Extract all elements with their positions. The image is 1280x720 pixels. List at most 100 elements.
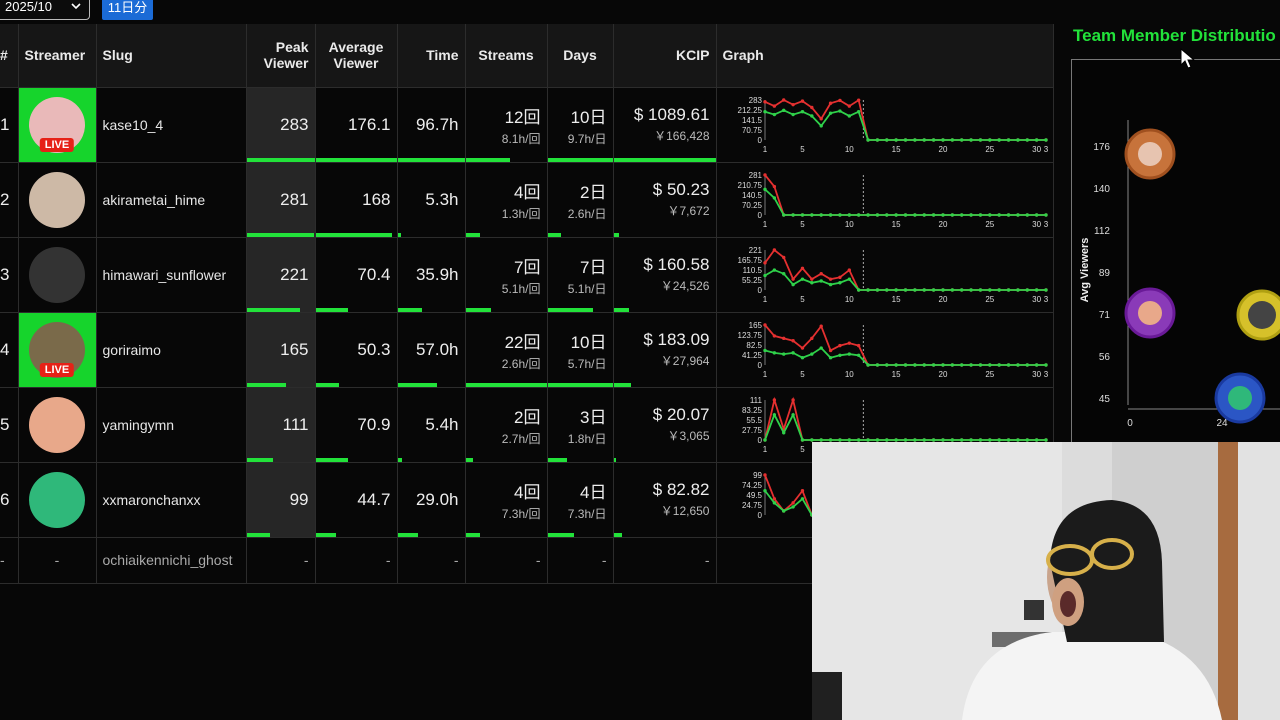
peak-viewer-value: 281 [280, 189, 309, 209]
days-bar [547, 382, 613, 387]
mini-chart-xtick: 10 [844, 370, 853, 379]
mini-chart-xtick: 30 [1032, 220, 1041, 229]
kcip-usd: $ 20.07 [652, 405, 710, 424]
avg-series-point [809, 437, 814, 442]
avatar[interactable] [29, 171, 85, 228]
avatar[interactable] [29, 396, 85, 453]
peak-series-point [800, 266, 804, 270]
mini-chart-ytick: 0 [757, 211, 762, 220]
rank-number: 1 [0, 114, 10, 134]
header-streamer[interactable]: Streamer [18, 24, 97, 88]
time-value: 5.4h [425, 414, 459, 434]
mini-chart-ytick: 27.75 [741, 426, 762, 435]
avg-series-point [1006, 212, 1010, 217]
avatar[interactable] [29, 471, 85, 528]
header-peak-viewer[interactable]: Peak Viewer [246, 24, 316, 88]
avg-series-point [922, 137, 926, 142]
peak-series-point [772, 184, 776, 188]
header-rank[interactable]: # [0, 24, 19, 88]
avg-series-point [837, 353, 842, 357]
table-row[interactable]: 1 LIVE kase10_4 283 176.1 96.7h 12回 8.1h/回 10日 9.… [0, 87, 1054, 163]
peak-viewer-bar [246, 307, 300, 312]
kcip-usd: $ 50.23 [652, 180, 710, 199]
avg-series-point [790, 350, 795, 355]
peak-viewer-cell: 111 [246, 387, 316, 463]
avg-series-point [931, 437, 935, 442]
hours-per-day: 5.7h/日 [567, 356, 607, 371]
streamer-cell[interactable]: LIVE [18, 312, 97, 388]
peak-series-point [772, 397, 776, 402]
kcip-bar [613, 532, 622, 537]
peak-viewer-bar [246, 157, 315, 162]
slug-cell[interactable]: xxmaronchanxx [96, 462, 247, 538]
slug-cell[interactable]: kase10_4 [96, 87, 247, 163]
avg-series-point [1015, 437, 1020, 442]
header-days[interactable]: Days [547, 24, 614, 88]
distribution-ytick: 56 [1099, 352, 1111, 363]
streams-bar [465, 232, 481, 237]
days-cell: 4日 7.3h/日 [547, 462, 614, 538]
kcip-jpy: ￥166,428 [654, 129, 710, 143]
mini-chart-xtick: 1 [762, 220, 767, 229]
peak-series-point [781, 97, 785, 102]
distribution-chart: Avg Viewers 176 140 112 89 71 56 45 0 24 [1079, 120, 1280, 429]
avg-series-point [847, 276, 851, 281]
slug-cell[interactable]: himawari_sunflower [96, 237, 247, 313]
avg-series-point [772, 500, 776, 505]
days-value: 2日 [580, 182, 607, 202]
avg-series-point [781, 508, 785, 513]
days-badge[interactable]: 11日分 [102, 0, 153, 20]
rank-number: 4 [0, 339, 10, 359]
header-kcip[interactable]: KCIP [613, 24, 717, 88]
avg-series-point [762, 109, 767, 113]
month-select[interactable]: 2025/10 [0, 0, 90, 20]
streamer-cell[interactable] [18, 387, 97, 463]
slug-cell[interactable]: yamingymn [96, 387, 247, 463]
mini-chart-xtick: 25 [985, 295, 994, 304]
mini-chart-xtick: 10 [844, 295, 853, 304]
peak-series-point [790, 397, 795, 402]
mini-chart-ytick: 210.75 [737, 181, 762, 190]
table-row[interactable]: 4 LIVE goriraimo 165 50.3 57.0h 22回 2.6h/回 10日 5.… [0, 312, 1054, 388]
avg-series-point [1034, 437, 1038, 442]
avatar[interactable] [29, 246, 85, 303]
header-average-viewer[interactable]: Average Viewer [315, 24, 398, 88]
kcip-cell: $ 82.82 ￥12,650 [613, 462, 717, 538]
average-viewer-bar [315, 307, 348, 312]
header-streams[interactable]: Streams [465, 24, 548, 88]
avg-series-point [950, 212, 954, 217]
kcip-cell: $ 20.07 ￥3,065 [613, 387, 717, 463]
streamer-cell[interactable]: LIVE [18, 87, 97, 163]
rank-cell: 2 [0, 162, 19, 238]
header-slug[interactable]: Slug [96, 24, 247, 88]
graph-cell: 281 210.75 140.5 70.25 0 1 5 10 15 20 25 30 3 [716, 162, 1054, 238]
kcip-jpy: ￥12,650 [660, 504, 710, 518]
peak-series-point [847, 267, 851, 272]
streamer-cell[interactable] [18, 462, 97, 538]
streamer-cell[interactable] [18, 237, 97, 313]
avg-series-point [809, 280, 814, 284]
slug-link: himawari_sunflower [102, 266, 227, 283]
slug-cell[interactable]: goriraimo [96, 312, 247, 388]
avg-series-point [790, 112, 795, 116]
avg-series-point [996, 362, 1001, 367]
avg-series-point [781, 351, 785, 356]
avg-series-point [987, 362, 991, 367]
table-row[interactable]: 2 akirametai_hime 281 168 5.3h 4回 1.3h/回 2日 2.6h… [0, 162, 1054, 238]
avg-series-point [959, 287, 963, 292]
avg-series-point [828, 437, 832, 442]
mini-chart-ytick: 123.75 [737, 331, 762, 340]
avg-series-point [1025, 437, 1029, 442]
distribution-ytick: 112 [1094, 226, 1110, 237]
header-time[interactable]: Time [397, 24, 466, 88]
streamer-cell[interactable] [18, 162, 97, 238]
average-viewer-bar [315, 532, 336, 537]
slug-cell[interactable]: akirametai_hime [96, 162, 247, 238]
avg-series-point [931, 362, 935, 367]
avg-series-point [819, 437, 823, 442]
header-graph: Graph [716, 24, 1054, 88]
table-row[interactable]: 3 himawari_sunflower 221 70.4 35.9h 7回 5.1h/回 7… [0, 237, 1054, 313]
mini-chart-ytick: 99 [753, 471, 762, 480]
ghost-slug: ochiaikennichi_ghost [96, 537, 247, 584]
peak-series-point [819, 271, 823, 275]
